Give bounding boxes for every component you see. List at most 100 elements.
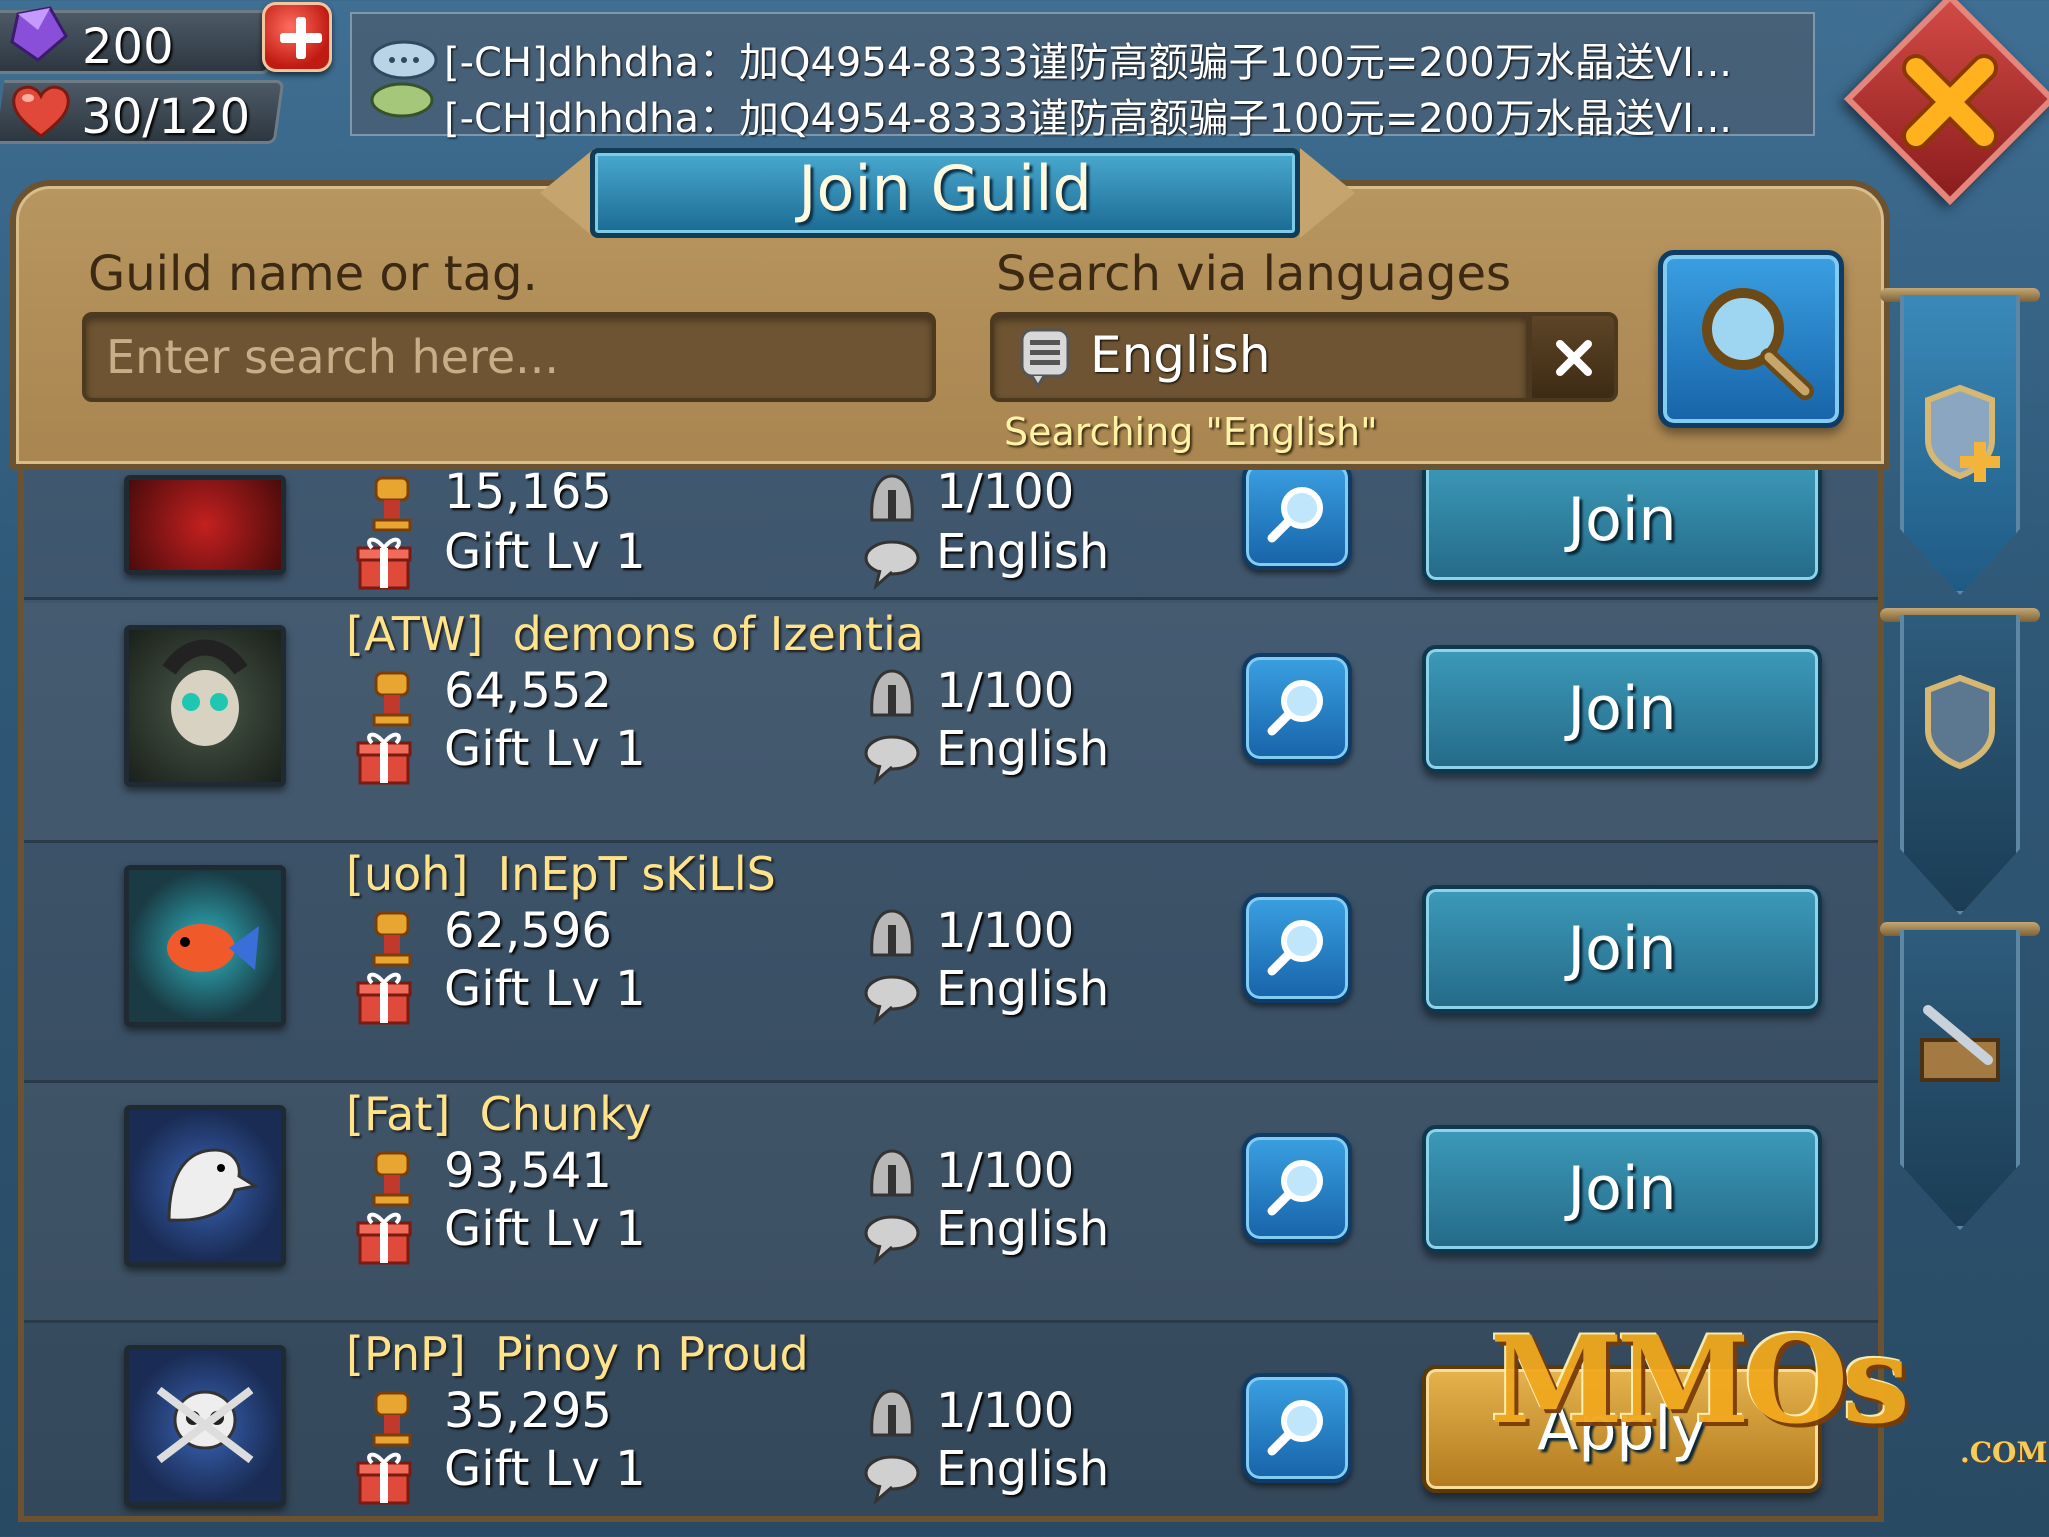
fist-trophy-icon — [372, 671, 412, 727]
guild-emblem — [124, 1345, 286, 1507]
guild-shield-icon — [1925, 674, 1995, 770]
guild-name: [ATW] demons of Izentia — [346, 607, 924, 661]
guild-emblem — [124, 865, 286, 1027]
language-label: Search via languages — [996, 246, 1512, 302]
guild-members: 1/100 — [936, 1143, 1075, 1199]
fist-trophy-icon — [372, 476, 412, 532]
speech-bubble-icon — [864, 540, 920, 591]
gift-icon — [356, 1212, 412, 1265]
view-guild-button[interactable] — [1242, 653, 1352, 763]
list-item: 15,165 1/100 Gift Lv 1 English Join — [24, 470, 1878, 600]
title-ribbon-left — [540, 148, 595, 238]
guild-members: 1/100 — [936, 663, 1075, 719]
guild-search-input[interactable] — [82, 312, 936, 402]
guild-name: [PnP] Pinoy n Proud — [346, 1327, 809, 1381]
guild-gift-level: Gift Lv 1 — [444, 524, 646, 580]
guild-members: 1/100 — [936, 903, 1075, 959]
fish-emblem-icon — [167, 924, 259, 972]
guild-members: 1/100 — [936, 470, 1075, 520]
fist-trophy-icon — [372, 1391, 412, 1447]
guild-might: 15,165 — [444, 470, 612, 520]
guild-language: English — [936, 961, 1110, 1017]
speech-bubble-icon — [864, 1455, 920, 1506]
heart-icon — [12, 85, 70, 138]
selected-language: English — [1090, 326, 1271, 384]
guild-gift-level: Gift Lv 1 — [444, 961, 646, 1017]
title-ribbon-right — [1300, 148, 1355, 238]
view-guild-button[interactable] — [1242, 1133, 1352, 1243]
guild-name: [uoh] InEpT sKiLlS — [346, 847, 776, 901]
view-guild-button[interactable] — [1242, 1373, 1352, 1483]
magnifier-icon — [1267, 1400, 1323, 1456]
guild-emblem — [124, 625, 286, 787]
helmet-icon — [870, 1389, 914, 1437]
guild-title: Pinoy n Proud — [494, 1327, 809, 1381]
guild-gift-level: Gift Lv 1 — [444, 721, 646, 777]
eagle-emblem-icon — [167, 1148, 259, 1222]
stamina-count: 30/120 — [81, 89, 251, 145]
magnifier-icon — [1267, 920, 1323, 976]
guild-gift-level: Gift Lv 1 — [444, 1441, 646, 1497]
gift-icon — [356, 537, 412, 590]
join-guild-button[interactable]: Join — [1422, 1125, 1822, 1253]
fist-trophy-icon — [372, 1151, 412, 1207]
search-status: Searching "English" — [1004, 410, 1378, 454]
guild-emblem — [124, 1105, 286, 1267]
guild-might: 62,596 — [444, 903, 612, 959]
join-guild-button[interactable]: Join — [1422, 885, 1822, 1013]
list-item: [uoh] InEpT sKiLlS 62,596 1/100 Gift Lv … — [24, 843, 1878, 1083]
purple-gem-icon — [10, 6, 68, 62]
guild-language: English — [936, 721, 1110, 777]
add-gems-button[interactable] — [262, 2, 332, 72]
mmos-watermark-logo: MMOs .COM — [1490, 1310, 2047, 1490]
view-guild-button[interactable] — [1242, 893, 1352, 1003]
guild-name: [Fat] Chunky — [346, 1087, 651, 1141]
guild-emblem — [124, 475, 286, 575]
join-guild-button[interactable]: Join — [1422, 645, 1822, 773]
magnifier-icon — [1267, 1160, 1323, 1216]
chat-ticker[interactable]: [-CH]dhhdha：加Q4954-8333谨防高额骗子100元=200万水晶… — [350, 12, 1815, 142]
view-guild-button[interactable] — [1242, 470, 1352, 570]
magnifier-icon — [1267, 680, 1323, 736]
guild-create-icon — [1925, 384, 2000, 482]
gift-icon — [356, 1452, 412, 1505]
watermark-domain: .COM — [1960, 1436, 2048, 1469]
guild-title: demons of Izentia — [512, 607, 924, 661]
chat-message: [-CH]dhhdha：加Q4954-8333谨防高额骗子100元=200万水晶… — [444, 96, 1733, 142]
quill-book-icon — [1920, 1005, 2000, 1082]
guild-language: English — [936, 524, 1110, 580]
chat-bubbles-icon — [370, 40, 438, 118]
guild-language: English — [936, 1201, 1110, 1257]
speech-bubble-icon — [864, 735, 920, 786]
chat-message: [-CH]dhhdha：加Q4954-8333谨防高额骗子100元=200万水晶… — [444, 40, 1733, 86]
guild-language: English — [936, 1441, 1110, 1497]
close-icon — [1902, 54, 1998, 150]
helmet-icon — [870, 669, 914, 717]
gem-count: 200 — [82, 19, 174, 75]
helmet-icon — [870, 474, 914, 522]
fist-trophy-icon — [372, 911, 412, 967]
page-title: Join Guild — [798, 152, 1092, 225]
speech-bubble-icon — [864, 1215, 920, 1266]
skull-emblem-icon — [162, 639, 248, 746]
watermark-text: MMOs — [1490, 1310, 1910, 1451]
gift-icon — [356, 972, 412, 1025]
list-item: [ATW] demons of Izentia 64,552 1/100 Gif… — [24, 603, 1878, 843]
guild-gift-level: Gift Lv 1 — [444, 1201, 646, 1257]
guild-might: 64,552 — [444, 663, 612, 719]
clear-language-button[interactable] — [1528, 312, 1618, 402]
pirate-skull-emblem-icon — [156, 1386, 254, 1464]
join-guild-button[interactable]: Join — [1422, 470, 1822, 584]
guild-tag: [PnP] — [346, 1327, 466, 1381]
guild-name-label: Guild name or tag. — [88, 246, 538, 302]
guild-title: Chunky — [479, 1087, 652, 1141]
magnifier-icon — [1267, 487, 1323, 543]
guild-title: InEpT sKiLlS — [497, 847, 776, 901]
speech-bubble-icon — [864, 975, 920, 1026]
helmet-icon — [870, 909, 914, 957]
close-icon — [1556, 340, 1592, 376]
magnifier-icon — [1702, 288, 1814, 400]
search-button[interactable] — [1658, 250, 1844, 428]
guild-tag: [Fat] — [346, 1087, 451, 1141]
guild-members: 1/100 — [936, 1383, 1075, 1439]
